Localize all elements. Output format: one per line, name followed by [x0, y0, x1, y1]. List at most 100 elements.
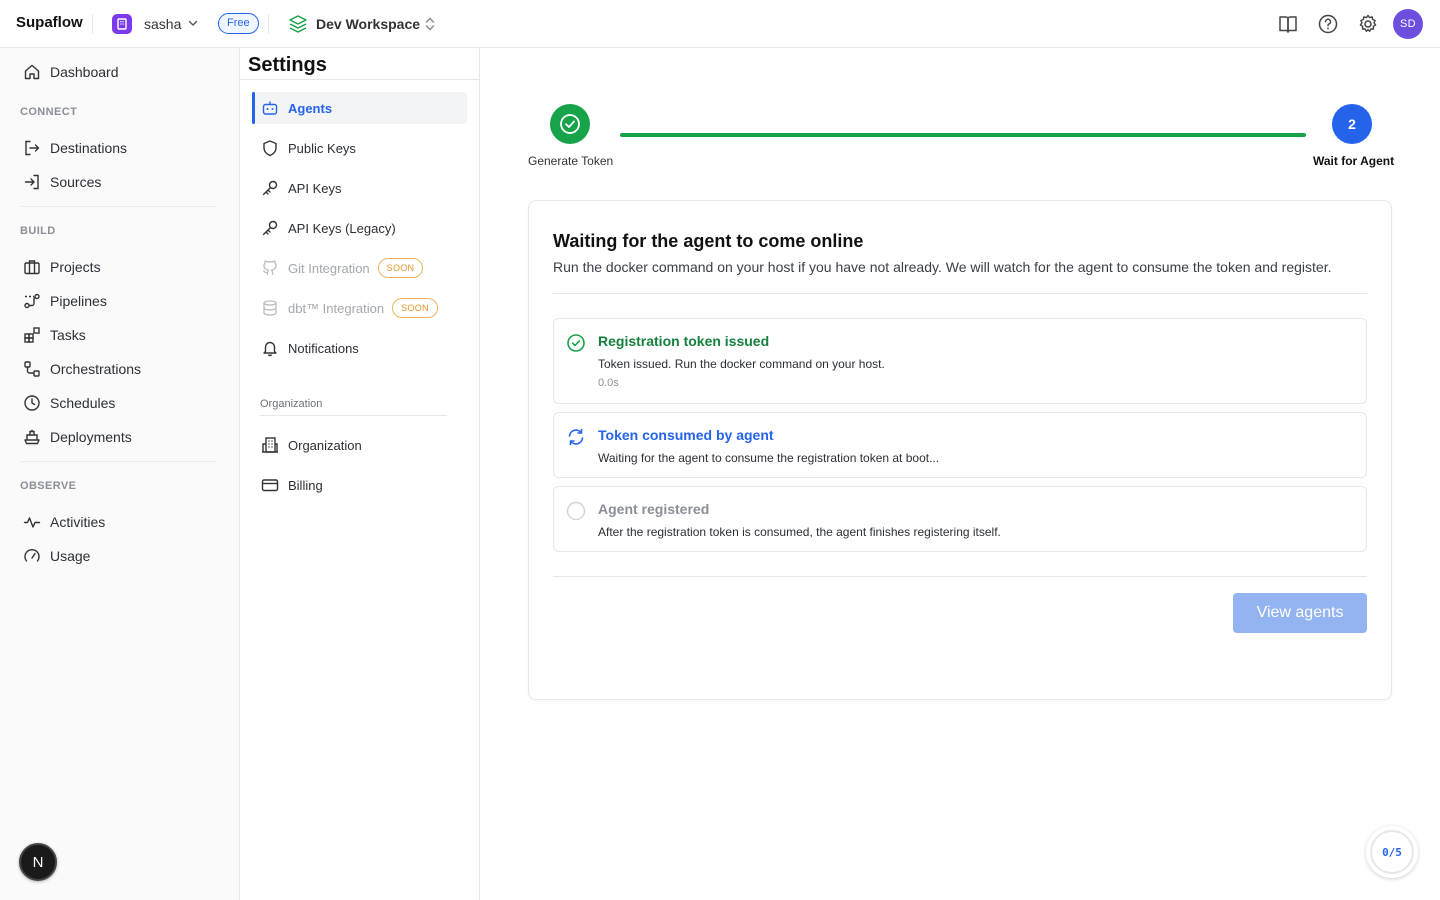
check-circle-icon	[560, 114, 580, 134]
layers-icon	[288, 14, 308, 34]
key-icon	[260, 218, 280, 238]
status-description: After the registration token is consumed…	[598, 525, 1001, 539]
settings-item-dbt-integration: dbt™ Integration SOON	[252, 292, 467, 324]
divider	[20, 461, 216, 462]
sidebar-item-activities[interactable]: Activities	[16, 507, 224, 537]
settings-item-agents[interactable]: Agents	[252, 92, 467, 124]
divider	[553, 576, 1367, 577]
workspace-switcher-name[interactable]: Dev Workspace	[316, 16, 420, 32]
divider	[92, 14, 93, 34]
shield-icon	[260, 138, 280, 158]
progress-count: 0/5	[1382, 845, 1402, 859]
building-icon	[260, 435, 280, 455]
dev-tools-badge[interactable]: N	[19, 843, 57, 881]
docs-book-icon[interactable]	[1277, 13, 1299, 35]
status-title: Agent registered	[598, 501, 710, 517]
card-title: Waiting for the agent to come online	[553, 231, 864, 251]
settings-item-label: Notifications	[288, 340, 359, 356]
settings-item-label: Organization	[288, 437, 362, 453]
section-label-observe: OBSERVE	[20, 480, 77, 492]
status-elapsed-time: 0.0s	[598, 377, 619, 389]
settings-item-api-keys[interactable]: API Keys	[252, 172, 467, 204]
database-icon	[260, 298, 280, 318]
sidebar-item-orchestrations[interactable]: Orchestrations	[16, 354, 224, 384]
sidebar-item-label: Usage	[50, 548, 91, 564]
settings-item-label: Public Keys	[288, 140, 356, 156]
check-circle-icon	[566, 333, 586, 353]
sidebar-item-schedules[interactable]: Schedules	[16, 388, 224, 418]
divider	[20, 206, 216, 207]
main-sidebar: Dashboard CONNECT Destinations Sources B…	[0, 48, 240, 900]
home-icon	[22, 62, 42, 82]
status-title: Registration token issued	[598, 333, 770, 349]
status-row-token-issued: Registration token issued Token issued. …	[553, 318, 1367, 404]
clock-icon	[22, 393, 42, 413]
divider	[240, 79, 480, 80]
settings-item-label: API Keys	[288, 180, 342, 196]
settings-item-billing[interactable]: Billing	[252, 469, 467, 501]
github-icon	[260, 258, 280, 278]
soon-badge: SOON	[377, 258, 424, 278]
briefcase-icon	[22, 257, 42, 277]
onboarding-progress-widget[interactable]: 0/5	[1366, 826, 1418, 878]
sidebar-item-label: Sources	[50, 174, 102, 190]
view-agents-button[interactable]: View agents	[1233, 593, 1367, 633]
settings-item-organization[interactable]: Organization	[252, 429, 467, 461]
org-switcher-name[interactable]: sasha	[144, 16, 181, 32]
sidebar-item-destinations[interactable]: Destinations	[16, 133, 224, 163]
sidebar-item-pipelines[interactable]: Pipelines	[16, 286, 224, 316]
workflow-icon	[22, 291, 42, 311]
settings-item-label: dbt™ Integration	[288, 300, 385, 316]
step-2-label: Wait for Agent	[1313, 154, 1395, 168]
settings-item-public-keys[interactable]: Public Keys	[252, 132, 467, 164]
settings-item-git-integration: Git Integration SOON	[252, 252, 467, 284]
settings-item-notifications[interactable]: Notifications	[252, 332, 467, 364]
divider	[260, 415, 447, 416]
settings-item-label: Billing	[288, 477, 323, 493]
soon-badge: SOON	[392, 298, 438, 318]
key-icon	[260, 178, 280, 198]
credit-card-icon	[260, 475, 280, 495]
settings-item-api-keys-legacy[interactable]: API Keys (Legacy)	[252, 212, 467, 244]
blocks-icon	[22, 325, 42, 345]
help-icon[interactable]	[1317, 13, 1339, 35]
sidebar-item-label: Tasks	[50, 327, 86, 343]
chevron-updown-icon[interactable]	[423, 15, 437, 33]
sidebar-item-projects[interactable]: Projects	[16, 252, 224, 282]
section-label-organization: Organization	[260, 398, 323, 410]
settings-item-label: API Keys (Legacy)	[288, 220, 396, 236]
divider	[268, 14, 269, 34]
gauge-icon	[22, 546, 42, 566]
step-2-current-indicator: 2	[1332, 104, 1372, 144]
step-1-label: Generate Token	[528, 154, 614, 168]
chevron-down-icon[interactable]	[187, 17, 199, 29]
sidebar-item-label: Orchestrations	[50, 361, 142, 377]
sidebar-item-deployments[interactable]: Deployments	[16, 422, 224, 452]
brand-logo[interactable]: Supaflow	[16, 14, 83, 31]
status-row-agent-registered: Agent registered After the registration …	[553, 486, 1367, 552]
sidebar-item-tasks[interactable]: Tasks	[16, 320, 224, 350]
ship-icon	[22, 427, 42, 447]
settings-gear-icon[interactable]	[1357, 13, 1379, 35]
agent-status-card: Waiting for the agent to come online Run…	[528, 200, 1392, 700]
bell-icon	[260, 338, 280, 358]
org-icon[interactable]	[112, 14, 132, 34]
sidebar-item-label: Dashboard	[50, 64, 119, 80]
sidebar-item-label: Schedules	[50, 395, 116, 411]
divider	[553, 293, 1367, 294]
sidebar-item-label: Projects	[50, 259, 101, 275]
sidebar-item-usage[interactable]: Usage	[16, 541, 224, 571]
sidebar-item-sources[interactable]: Sources	[16, 167, 224, 197]
user-avatar[interactable]: SD	[1393, 9, 1423, 39]
empty-circle-icon	[566, 501, 586, 521]
status-title: Token consumed by agent	[598, 427, 774, 443]
refresh-icon	[566, 427, 586, 447]
status-row-token-consumed: Token consumed by agent Waiting for the …	[553, 412, 1367, 478]
log-in-icon	[22, 172, 42, 192]
status-description: Token issued. Run the docker command on …	[598, 357, 885, 371]
sidebar-item-label: Destinations	[50, 140, 128, 156]
section-label-connect: CONNECT	[20, 106, 78, 118]
main-content: 2 Generate Token Wait for Agent Waiting …	[481, 48, 1440, 900]
sidebar-item-dashboard[interactable]: Dashboard	[16, 57, 224, 87]
sidebar-item-label: Pipelines	[50, 293, 107, 309]
